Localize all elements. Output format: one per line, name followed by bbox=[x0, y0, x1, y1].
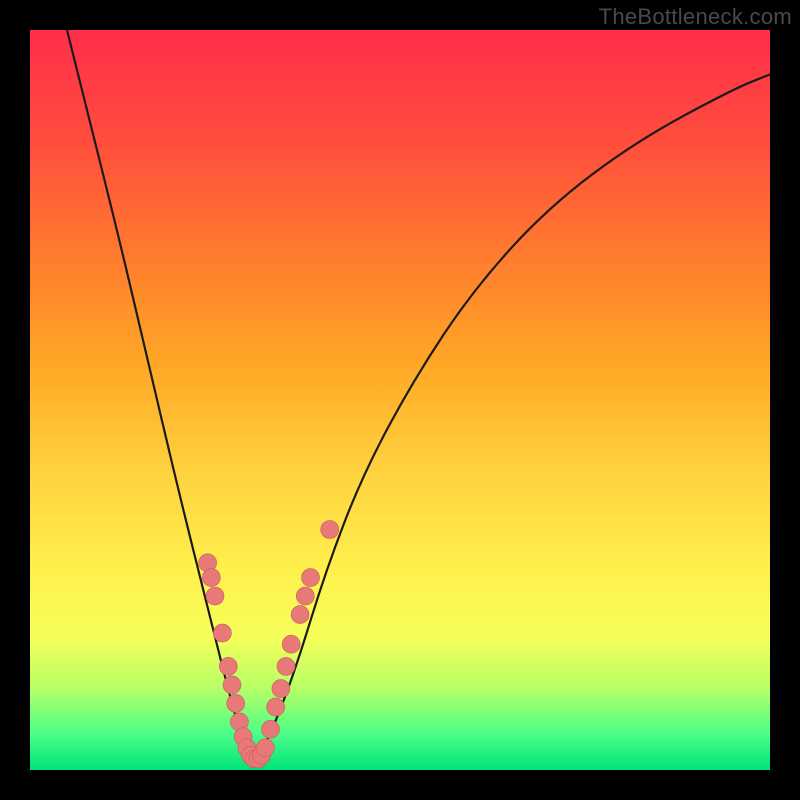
data-marker bbox=[321, 521, 339, 539]
data-marker bbox=[227, 694, 245, 712]
bottleneck-curve bbox=[67, 30, 770, 760]
chart-svg bbox=[30, 30, 770, 770]
chart-frame: TheBottleneck.com bbox=[0, 0, 800, 800]
data-marker bbox=[256, 739, 274, 757]
marker-group bbox=[199, 521, 339, 768]
watermark-text: TheBottleneck.com bbox=[599, 4, 792, 30]
data-marker bbox=[206, 587, 224, 605]
data-marker bbox=[291, 606, 309, 624]
data-marker bbox=[202, 569, 220, 587]
data-marker bbox=[277, 657, 295, 675]
data-marker bbox=[302, 569, 320, 587]
plot-area bbox=[30, 30, 770, 770]
data-marker bbox=[223, 676, 241, 694]
data-marker bbox=[282, 635, 300, 653]
data-marker bbox=[267, 698, 285, 716]
data-marker bbox=[262, 720, 280, 738]
data-marker bbox=[213, 624, 231, 642]
data-marker bbox=[219, 657, 237, 675]
data-marker bbox=[272, 680, 290, 698]
data-marker bbox=[296, 587, 314, 605]
